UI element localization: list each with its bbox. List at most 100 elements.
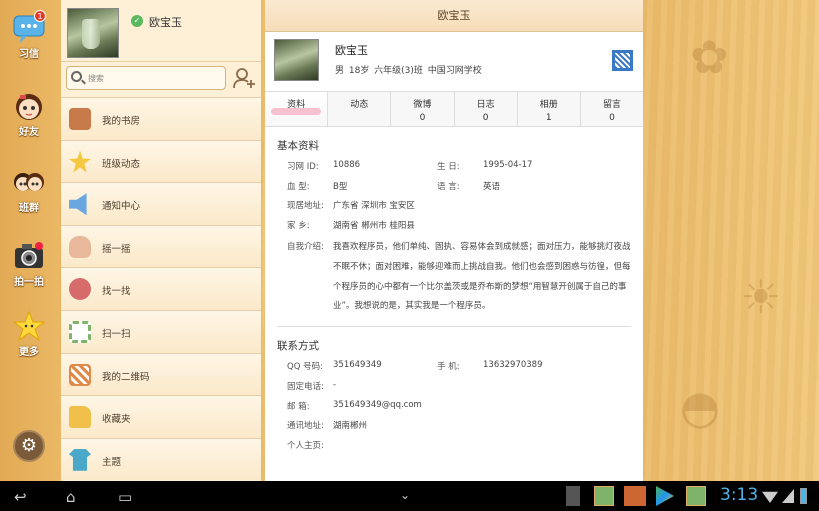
chevron-down-icon[interactable]: ⌄	[400, 488, 410, 502]
watermelon-doodle: ◓	[680, 380, 721, 434]
info-row: 家 乡: 湖南省 郴州市 桂阳县	[287, 220, 415, 231]
star-icon	[69, 150, 91, 173]
rail-item-more[interactable]: 更多	[6, 310, 52, 358]
avatar[interactable]	[274, 39, 319, 81]
sidebar-item-label: 收藏夹	[102, 414, 131, 426]
add-friend-icon[interactable]	[232, 66, 256, 90]
home-icon[interactable]: ⌂	[66, 488, 76, 506]
rail-item-photo[interactable]: 拍一拍	[6, 240, 52, 288]
info-row: 固定电话: -	[287, 379, 337, 392]
sidebar-item-scan[interactable]: 扫一扫	[61, 309, 261, 353]
left-rail: 1 习信 好友 班群 拍一拍 更多 ⚙	[0, 0, 60, 481]
sidebar-item-theme[interactable]: 主题	[61, 437, 261, 481]
search-placeholder: 搜索	[88, 74, 104, 83]
info-row: 血 型: B型语 言: 英语	[287, 181, 501, 192]
rail-item-messages[interactable]: 1 习信	[6, 10, 52, 60]
signal-icon	[782, 489, 794, 503]
system-nav-bar: ↩ ⌂ ▭ ⌄ 3:13	[0, 481, 819, 511]
sidebar-item-notifications[interactable]: 通知中心	[61, 182, 261, 225]
sidebar-item-label: 找一找	[102, 286, 131, 298]
scan-icon	[69, 320, 91, 343]
check-circle-icon: ✓	[131, 15, 143, 27]
tshirt-icon	[69, 448, 91, 471]
camera-icon	[15, 242, 43, 268]
app-notify-icon	[594, 486, 614, 506]
rail-label-friends: 好友	[19, 127, 39, 138]
basic-info-section: 基本资料 习网 ID: 10886 生 日: 1995-04-17 血 型: B型语 言…	[265, 138, 643, 328]
search-input[interactable]: 搜索	[66, 66, 226, 90]
speaker-icon	[69, 193, 87, 216]
unread-badge: 1	[34, 10, 46, 22]
info-row: 习网 ID: 10886 生 日: 1995-04-17	[287, 160, 533, 172]
usb-icon	[566, 486, 580, 506]
tab-activity[interactable]: 动态	[328, 92, 392, 126]
info-row: 个人主页:	[287, 440, 324, 451]
tab-journal[interactable]: 日志 0	[455, 92, 518, 126]
sun-doodle: ☀	[740, 270, 782, 324]
group-avatars-icon	[14, 173, 44, 191]
gear-icon[interactable]: ⚙	[13, 430, 45, 462]
wifi-icon	[762, 491, 778, 503]
profile-tabs: 资料 动态 微博 0 日志 0 相册 1 留言 0	[265, 91, 643, 127]
tab-album[interactable]: 相册 1	[518, 92, 581, 126]
folder-icon	[69, 406, 91, 429]
info-row: 邮 箱: 351649349@qq.com	[287, 399, 422, 412]
sidebar-item-label: 主题	[102, 456, 122, 468]
detail-name: 欧宝玉	[335, 44, 368, 57]
info-row: QQ 号码: 351649349 手 机: 13632970389	[287, 360, 543, 373]
news-notify-icon	[624, 486, 646, 506]
sidebar-item-shake[interactable]: 摇一摇	[61, 224, 261, 268]
sidebar-item-my-study[interactable]: 我的书房	[61, 97, 261, 140]
rail-item-friends[interactable]: 好友	[6, 90, 52, 138]
clock: 3:13	[720, 485, 759, 505]
sidebar-item-my-qr[interactable]: 我的二维码	[61, 352, 261, 396]
rail-item-class-group[interactable]: 班群	[6, 166, 52, 214]
app-notify-icon	[686, 486, 706, 506]
sidebar-item-label: 摇一摇	[102, 243, 131, 255]
sidebar-item-label: 我的二维码	[102, 371, 150, 383]
rail-label-more: 更多	[19, 347, 39, 358]
rail-label-class-group: 班群	[19, 203, 39, 214]
rail-label-messages: 习信	[19, 49, 39, 60]
person-search-icon	[69, 278, 91, 301]
girl-avatar-icon	[16, 94, 42, 120]
hand-shake-icon	[69, 235, 91, 258]
play-store-icon	[656, 486, 674, 506]
self-intro: 自我介绍: 我喜欢程序员，他们单纯、固执、容易体会到成就感；面对压力，能够挑灯夜战…	[287, 242, 631, 312]
sidebar-panel: ✓ 欧宝玉 搜索 我的书房 班级动态 通知中心 摇一摇 找一找 扫一扫 我的二维…	[61, 0, 262, 481]
star-icon	[12, 310, 46, 342]
sidebar-menu: 我的书房 班级动态 通知中心 摇一摇 找一找 扫一扫 我的二维码 收藏夹 主题	[61, 97, 261, 481]
sidebar-item-favorites[interactable]: 收藏夹	[61, 395, 261, 438]
detail-profile: 欧宝玉 男 18岁 六年级(3)班 中国习网学校	[265, 32, 643, 91]
recent-apps-icon[interactable]: ▭	[118, 488, 132, 506]
sidebar-item-label: 通知中心	[102, 201, 141, 213]
qr-code-icon	[69, 363, 91, 386]
bird-doodle: ✿	[690, 30, 729, 84]
info-row: 现居地址: 广东省 深圳市 宝安区	[287, 201, 415, 212]
avatar[interactable]	[67, 8, 119, 58]
bookshelf-icon	[69, 108, 91, 130]
sidebar-item-label: 扫一扫	[102, 328, 131, 340]
sidebar-item-class-news[interactable]: 班级动态	[61, 139, 261, 183]
rail-label-photo: 拍一拍	[14, 277, 44, 288]
back-icon[interactable]: ↩	[14, 488, 27, 506]
sidebar-item-label: 班级动态	[102, 158, 141, 170]
sidebar-item-find[interactable]: 找一找	[61, 267, 261, 310]
detail-info: 男 18岁 六年级(3)班 中国习网学校	[335, 66, 482, 76]
section-title: 联系方式	[277, 340, 319, 353]
tab-profile[interactable]: 资料	[265, 92, 329, 126]
profile-header[interactable]: ✓ 欧宝玉	[61, 0, 261, 62]
info-row: 通讯地址: 湖南郴州	[287, 421, 368, 432]
battery-icon	[800, 488, 807, 504]
page-title: 欧宝玉	[265, 0, 643, 32]
search-icon	[71, 71, 82, 82]
section-title: 基本资料	[277, 140, 319, 152]
profile-detail-panel: 欧宝玉 欧宝玉 男 18岁 六年级(3)班 中国习网学校 资料 动态 微博 0 日…	[265, 0, 643, 481]
contact-section: 联系方式 QQ 号码: 351649349 手 机: 13632970389 固定电话…	[265, 338, 643, 458]
sidebar-item-label: 我的书房	[102, 116, 141, 127]
tab-messages[interactable]: 留言 0	[581, 92, 643, 126]
divider	[277, 326, 631, 328]
profile-name: 欧宝玉	[149, 16, 182, 29]
tab-weibo[interactable]: 微博 0	[391, 92, 455, 126]
qr-code-icon[interactable]	[612, 50, 633, 71]
